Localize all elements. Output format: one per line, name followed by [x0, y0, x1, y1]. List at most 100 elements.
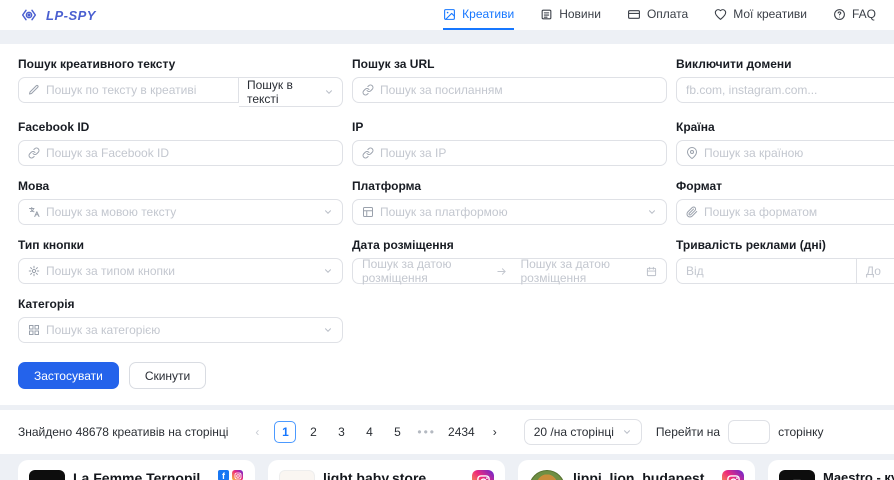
filter-duration: Тривалість реклами (дні) [676, 238, 894, 284]
network-icons: f [218, 470, 244, 480]
avatar [779, 470, 815, 480]
field-label: Facebook ID [18, 120, 343, 134]
goto-suffix-label: сторінку [778, 425, 823, 439]
language-select[interactable] [18, 199, 343, 225]
facebook-icon: f [218, 470, 229, 480]
duration-from-input[interactable] [677, 259, 850, 283]
picture-icon [443, 8, 456, 21]
page-button-3[interactable]: 3 [330, 421, 352, 443]
filter-language: Мова [18, 179, 343, 225]
text-search-mode-select[interactable]: Пошук в тексті [239, 77, 343, 107]
field-label: Категорія [18, 297, 343, 311]
date-from-placeholder[interactable]: Пошук за датою розміщення [362, 257, 482, 285]
field-label: Формат [676, 179, 894, 193]
nav-item-news[interactable]: Новини [540, 0, 601, 30]
grid-icon [28, 324, 40, 336]
avatar [279, 470, 315, 480]
nav-item-payment[interactable]: Оплата [627, 0, 688, 30]
chevron-down-icon [647, 207, 657, 217]
page-size-select[interactable]: 20 /на сторінці [524, 419, 642, 445]
page-button-2[interactable]: 2 [302, 421, 324, 443]
chevron-down-icon [323, 325, 333, 335]
platform-select[interactable] [352, 199, 667, 225]
goto-prefix-label: Перейти на [656, 425, 720, 439]
pagination-ellipsis[interactable]: ••• [414, 421, 439, 443]
creative-card[interactable]: LA FEMME La Femme Ternopil 2025-11-20 21… [18, 460, 255, 480]
filter-exclude-domains: Виключити домени [676, 57, 894, 107]
platform-icon [362, 206, 374, 218]
card-title[interactable]: Maestro - кухні, меблі на замовлення в У… [823, 470, 894, 480]
chevron-down-icon [323, 207, 333, 217]
filter-panel: Пошук креативного тексту Пошук в тексті … [0, 44, 894, 405]
page-button-1[interactable]: 1 [274, 421, 296, 443]
goto-page-input[interactable] [728, 420, 770, 444]
format-input[interactable] [676, 199, 894, 225]
country-input[interactable] [676, 140, 894, 166]
question-icon [833, 8, 846, 21]
field-label: Пошук креативного тексту [18, 57, 343, 71]
avatar: LA FEMME [29, 470, 65, 480]
top-header: LP-SPY Креативи Новини Оплата Мої креати… [0, 0, 894, 30]
nav-label: Креативи [462, 7, 514, 21]
field-label: Мова [18, 179, 343, 193]
filter-format: Формат [676, 179, 894, 225]
nav-item-my-creatives[interactable]: Мої креативи [714, 0, 807, 30]
gear-icon [28, 265, 40, 277]
card-title[interactable]: light.baby.store [323, 470, 464, 480]
location-pin-icon [686, 147, 698, 159]
creatives-grid: LA FEMME La Femme Ternopil 2025-11-20 21… [0, 460, 894, 480]
filter-creative-text: Пошук креативного тексту Пошук в тексті [18, 57, 343, 107]
results-summary: Знайдено 48678 креативів на сторінці [18, 425, 228, 439]
exclude-domains-input[interactable] [676, 77, 894, 103]
instagram-icon [232, 470, 243, 480]
field-label: Дата розміщення [352, 238, 667, 252]
ip-input[interactable] [352, 140, 667, 166]
results-bar: Знайдено 48678 креативів на сторінці ‹ 1… [0, 410, 894, 454]
filter-url: Пошук за URL [352, 57, 667, 107]
card-icon [627, 8, 641, 21]
creative-card[interactable]: Maestro - кухні, меблі на замовлення в У… [768, 460, 894, 480]
link-icon [28, 147, 40, 159]
filter-platform: Платформа [352, 179, 667, 225]
logo-text: LP-SPY [46, 8, 96, 23]
nav-item-creatives[interactable]: Креативи [443, 0, 514, 30]
chevron-down-icon [324, 87, 334, 97]
date-range-picker[interactable]: Пошук за датою розміщення Пошук за датою… [352, 258, 667, 284]
duration-to-input[interactable] [856, 259, 894, 283]
filter-country: Країна [676, 120, 894, 166]
heart-icon [714, 8, 727, 21]
reset-button[interactable]: Скинути [129, 362, 206, 389]
arrow-right-icon [496, 266, 507, 277]
creative-text-input[interactable] [18, 77, 239, 103]
next-page-button[interactable]: › [484, 421, 506, 443]
field-label: Виключити домени [676, 57, 894, 71]
url-input[interactable] [352, 77, 667, 103]
card-title[interactable]: lippi_lion_budapest [573, 470, 714, 480]
nav-item-faq[interactable]: FAQ [833, 0, 876, 30]
field-label: Країна [676, 120, 894, 134]
page-button-5[interactable]: 5 [386, 421, 408, 443]
page-button-4[interactable]: 4 [358, 421, 380, 443]
creative-card[interactable]: light.baby.store 2025-11-20 21:02:03 3 d… [268, 460, 505, 480]
instagram-icon [472, 470, 494, 480]
category-select[interactable] [18, 317, 343, 343]
main-nav: Креативи Новини Оплата Мої креативи FAQ [443, 0, 876, 30]
avatar [529, 470, 565, 480]
field-label: IP [352, 120, 667, 134]
facebook-id-input[interactable] [18, 140, 343, 166]
date-to-placeholder[interactable]: Пошук за датою розміщення [521, 257, 641, 285]
prev-page-button[interactable]: ‹ [246, 421, 268, 443]
button-type-select[interactable] [18, 258, 343, 284]
page-button-2434[interactable]: 2434 [445, 421, 478, 443]
nav-label: FAQ [852, 7, 876, 21]
card-title[interactable]: La Femme Ternopil [73, 470, 210, 480]
goto-page: Перейти на сторінку [656, 420, 824, 444]
filter-category: Категорія [18, 297, 343, 343]
field-label: Тривалість реклами (дні) [676, 238, 894, 252]
creative-card[interactable]: lippi_lion_budapest 2025-11-20 21:02:03 … [518, 460, 755, 480]
app-logo[interactable]: LP-SPY [18, 7, 96, 23]
apply-button[interactable]: Застосувати [18, 362, 119, 389]
chevron-down-icon [323, 266, 333, 276]
eye-logo-icon [18, 7, 40, 23]
filter-ip: IP [352, 120, 667, 166]
